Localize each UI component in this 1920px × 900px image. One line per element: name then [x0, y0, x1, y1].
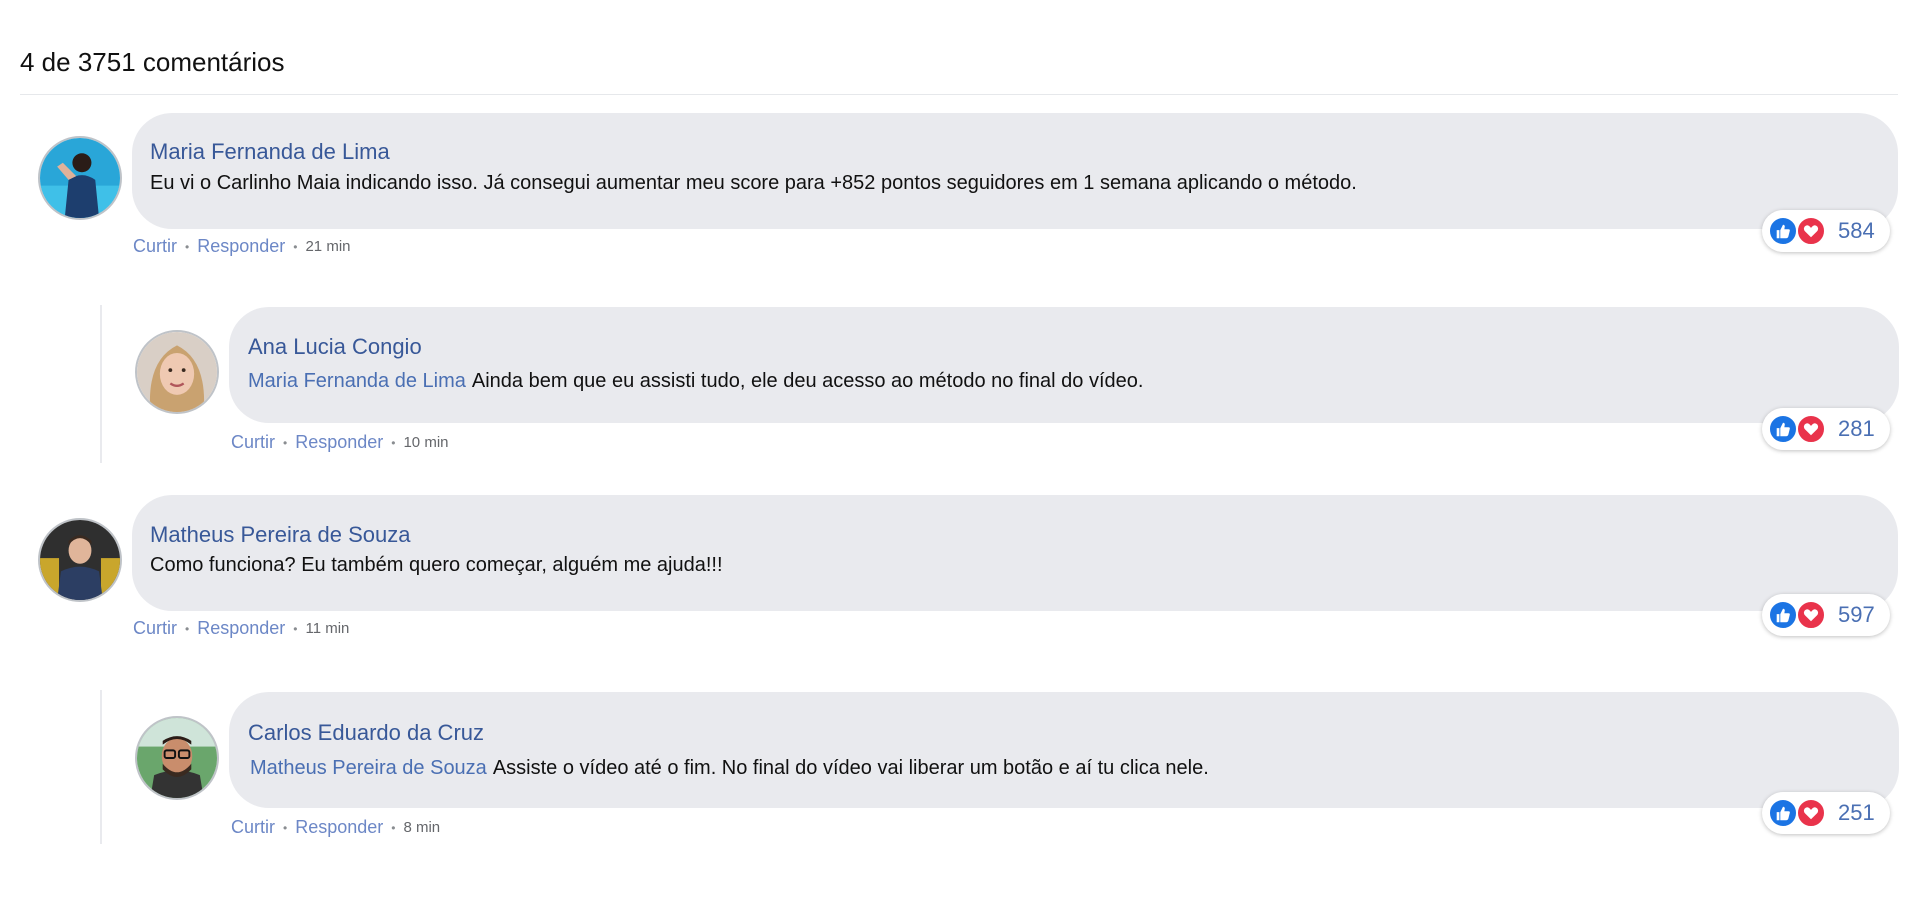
- like-reaction-icon: [1768, 414, 1798, 444]
- reply-button[interactable]: Responder: [197, 618, 285, 639]
- reactions-badge[interactable]: 597: [1762, 594, 1890, 636]
- comment-text: Maria Fernanda de Lima Ainda bem que eu a…: [248, 370, 1143, 393]
- love-reaction-icon: [1796, 798, 1826, 828]
- comment-body: Ainda bem que eu assisti tudo, ele deu a…: [471, 370, 1144, 392]
- separator-dot: •: [185, 621, 190, 636]
- separator-dot: •: [293, 239, 298, 254]
- reply-button[interactable]: Responder: [295, 432, 383, 453]
- comment-body: Assiste o vídeo até o fim. No final do v…: [492, 757, 1209, 779]
- comment-time: 11 min: [305, 620, 350, 637]
- comment-author[interactable]: Carlos Eduardo da Cruz: [248, 720, 484, 746]
- comment-bubble: [229, 307, 1899, 423]
- comment-author[interactable]: Ana Lucia Congio: [248, 334, 422, 360]
- like-button[interactable]: Curtir: [231, 432, 275, 453]
- comment-actions: Curtir • Responder • 8 min: [231, 817, 440, 838]
- reaction-count: 251: [1838, 800, 1875, 825]
- comment-actions: Curtir • Responder • 10 min: [231, 432, 449, 453]
- blonde-woman-avatar-image: [137, 332, 217, 412]
- comment-actions: Curtir • Responder • 21 min: [133, 236, 351, 257]
- reply-button[interactable]: Responder: [197, 236, 285, 257]
- comments-header: 4 de 3751 comentários: [20, 40, 1898, 95]
- man-glasses-avatar-image: [137, 718, 217, 798]
- comment-body: Como funciona? Eu também quero começar, …: [150, 554, 723, 576]
- separator-dot: •: [293, 621, 298, 636]
- reply-thread-line: [100, 305, 102, 463]
- like-button[interactable]: Curtir: [231, 817, 275, 838]
- separator-dot: •: [283, 435, 288, 450]
- avatar[interactable]: [135, 716, 219, 800]
- woman-blue-avatar-image: [40, 138, 120, 218]
- mention-link[interactable]: Maria Fernanda de Lima: [248, 370, 466, 392]
- comment-author[interactable]: Maria Fernanda de Lima: [150, 139, 390, 165]
- comments-section: 4 de 3751 comentários Maria Fernanda de …: [0, 0, 1920, 900]
- comment-author[interactable]: Matheus Pereira de Souza: [150, 522, 411, 548]
- like-button[interactable]: Curtir: [133, 618, 177, 639]
- reactions-badge[interactable]: 281: [1762, 408, 1890, 450]
- separator-dot: •: [391, 820, 396, 835]
- like-reaction-icon: [1768, 798, 1798, 828]
- like-button[interactable]: Curtir: [133, 236, 177, 257]
- like-reaction-icon: [1768, 600, 1798, 630]
- comment-text: Eu vi o Carlinho Maia indicando isso. Já…: [150, 172, 1357, 195]
- comment-bubble: [132, 495, 1898, 611]
- comment-body: Eu vi o Carlinho Maia indicando isso. Já…: [150, 172, 1357, 194]
- comment-actions: Curtir • Responder • 11 min: [133, 618, 349, 639]
- reaction-count: 584: [1838, 218, 1875, 243]
- comment-bubble: [132, 113, 1898, 229]
- comment-time: 8 min: [403, 819, 441, 836]
- comment-bubble: [229, 692, 1899, 808]
- reactions-badge[interactable]: 584: [1762, 210, 1890, 252]
- reactions-badge[interactable]: 251: [1762, 792, 1890, 834]
- avatar[interactable]: [38, 136, 122, 220]
- avatar[interactable]: [38, 518, 122, 602]
- mention-link[interactable]: Matheus Pereira de Souza: [250, 757, 487, 779]
- comment-time: 21 min: [305, 238, 351, 255]
- love-reaction-icon: [1796, 216, 1826, 246]
- reply-thread-line: [100, 690, 102, 844]
- comment-time: 10 min: [403, 434, 449, 451]
- like-reaction-icon: [1768, 216, 1798, 246]
- separator-dot: •: [185, 239, 190, 254]
- love-reaction-icon: [1796, 600, 1826, 630]
- comment-text: Como funciona? Eu também quero começar, …: [150, 554, 723, 577]
- comments-count: 4 de 3751 comentários: [20, 47, 285, 77]
- reply-button[interactable]: Responder: [295, 817, 383, 838]
- love-reaction-icon: [1796, 414, 1826, 444]
- separator-dot: •: [283, 820, 288, 835]
- separator-dot: •: [391, 435, 396, 450]
- reaction-count: 597: [1838, 602, 1875, 627]
- comment-text: Matheus Pereira de Souza Assiste o vídeo …: [250, 757, 1209, 780]
- avatar[interactable]: [135, 330, 219, 414]
- reaction-count: 281: [1838, 416, 1875, 441]
- man-suit-avatar-image: [40, 520, 120, 600]
